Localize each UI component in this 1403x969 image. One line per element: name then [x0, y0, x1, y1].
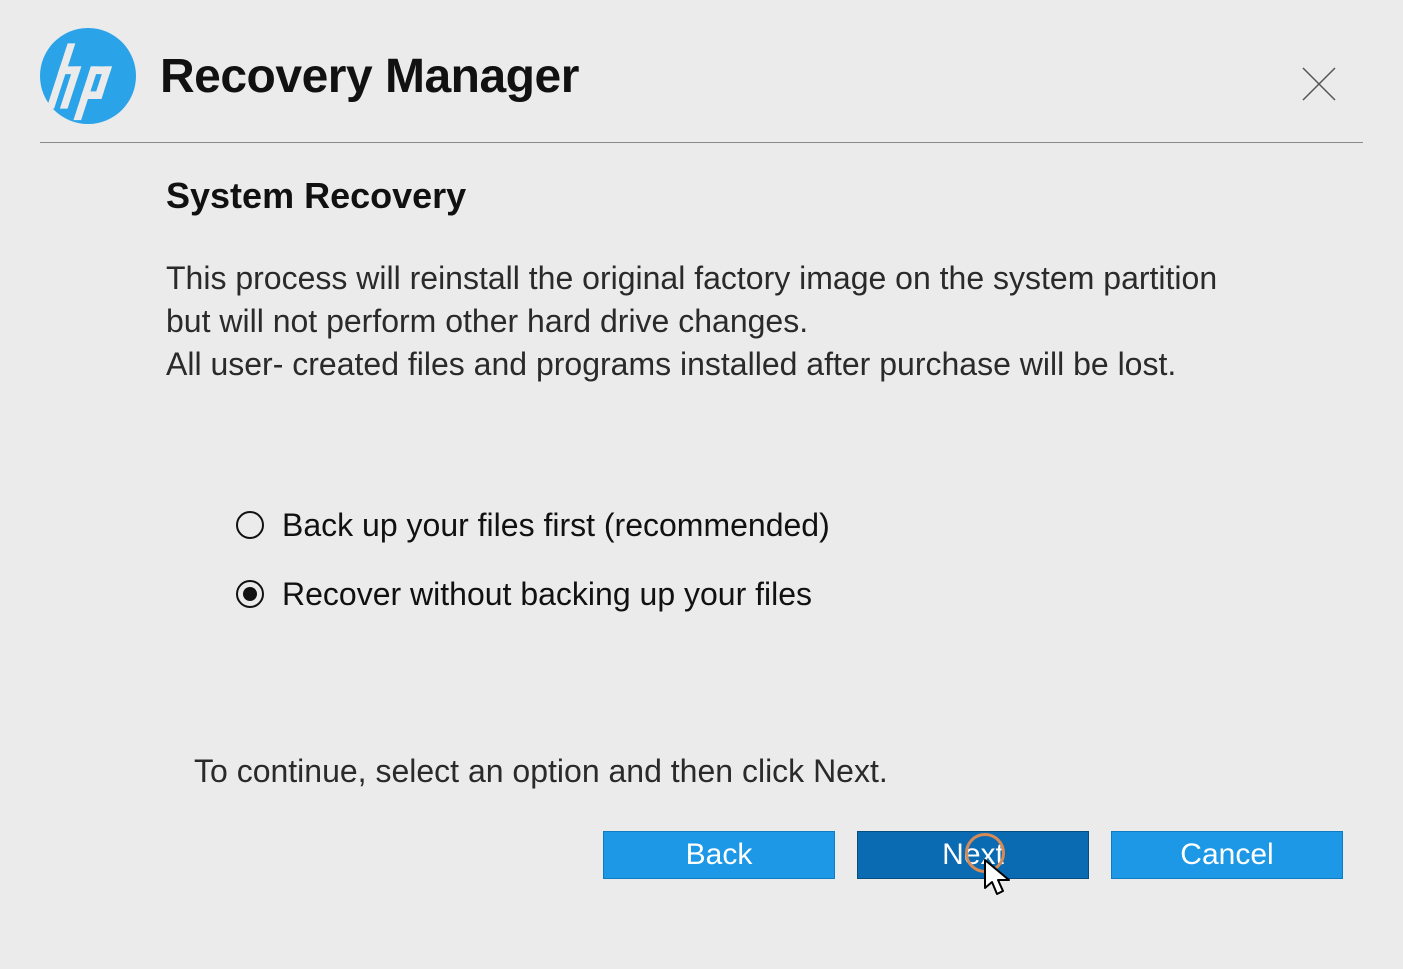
radio-icon — [236, 580, 264, 608]
options-group: Back up your files first (recommended) R… — [236, 507, 1343, 613]
app-title: Recovery Manager — [160, 49, 579, 104]
section-title: System Recovery — [166, 175, 1343, 217]
wizard-button-row: Back Next Cancel — [603, 831, 1343, 879]
close-icon — [1299, 64, 1339, 104]
instruction-text: To continue, select an option and then c… — [194, 753, 1343, 790]
description-line: This process will reinstall the original… — [166, 260, 1217, 339]
radio-option-backup[interactable]: Back up your files first (recommended) — [236, 507, 1343, 544]
cancel-button[interactable]: Cancel — [1111, 831, 1343, 879]
back-button[interactable]: Back — [603, 831, 835, 879]
hp-logo-icon — [40, 28, 136, 124]
description-text: This process will reinstall the original… — [166, 257, 1266, 387]
close-button[interactable] — [1295, 60, 1343, 108]
radio-label: Recover without backing up your files — [282, 576, 812, 613]
next-button[interactable]: Next — [857, 831, 1089, 879]
radio-label: Back up your files first (recommended) — [282, 507, 830, 544]
radio-option-no-backup[interactable]: Recover without backing up your files — [236, 576, 1343, 613]
description-line: All user- created files and programs ins… — [166, 346, 1176, 382]
radio-icon — [236, 511, 264, 539]
content-area: System Recovery This process will reinst… — [0, 143, 1403, 790]
header: Recovery Manager — [0, 0, 1403, 142]
